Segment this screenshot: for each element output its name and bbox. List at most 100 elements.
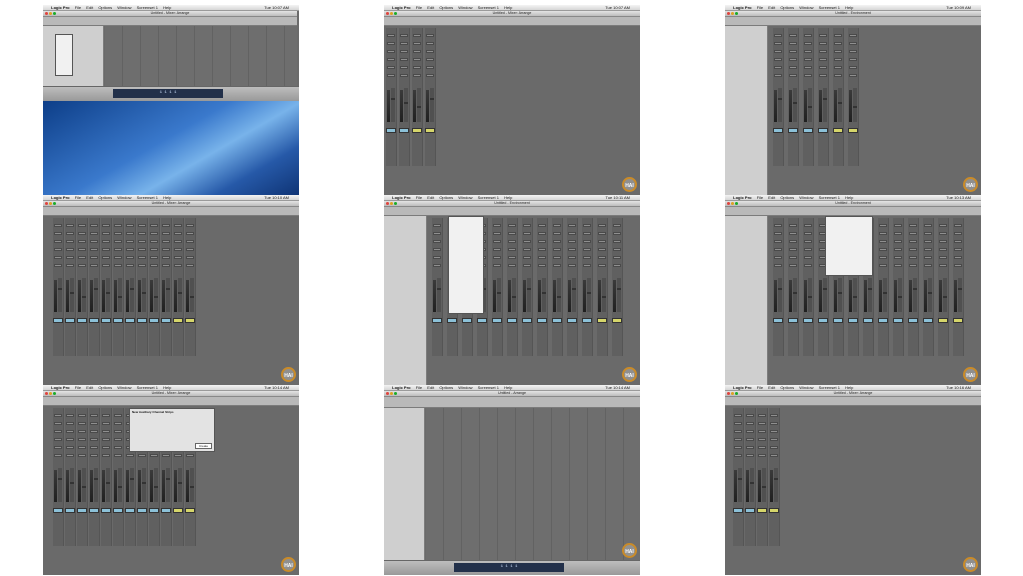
insert-slot[interactable] bbox=[894, 248, 902, 251]
menu-edit[interactable]: Edit bbox=[768, 195, 775, 200]
volume-fader[interactable] bbox=[808, 278, 812, 312]
menu-options[interactable]: Options bbox=[439, 195, 453, 200]
menu-window[interactable]: Window bbox=[799, 5, 813, 10]
insert-slot[interactable] bbox=[433, 232, 441, 235]
insert-slot[interactable] bbox=[90, 264, 98, 267]
menu-window[interactable]: Window bbox=[799, 385, 813, 390]
insert-slot[interactable] bbox=[834, 50, 842, 53]
volume-fader[interactable] bbox=[557, 278, 561, 312]
insert-slot[interactable] bbox=[789, 224, 797, 227]
fader-knob[interactable] bbox=[738, 478, 742, 480]
fader-knob[interactable] bbox=[106, 482, 110, 484]
insert-slot[interactable] bbox=[523, 224, 531, 227]
menu-screenset[interactable]: Screenset 1 bbox=[137, 195, 158, 200]
menu-app[interactable]: Logic Pro bbox=[733, 5, 751, 10]
volume-fader[interactable] bbox=[142, 468, 146, 502]
insert-slot[interactable] bbox=[78, 264, 86, 267]
insert-slot[interactable] bbox=[758, 446, 766, 449]
insert-slot[interactable] bbox=[758, 438, 766, 441]
insert-slot[interactable] bbox=[66, 422, 74, 425]
insert-slot[interactable] bbox=[78, 454, 86, 457]
menu-file[interactable]: File bbox=[757, 195, 763, 200]
insert-slot[interactable] bbox=[954, 256, 962, 259]
insert-slot[interactable] bbox=[849, 66, 857, 69]
insert-slot[interactable] bbox=[774, 248, 782, 251]
volume-fader[interactable] bbox=[130, 468, 134, 502]
fader-knob[interactable] bbox=[118, 296, 122, 298]
menu-screenset[interactable]: Screenset 1 bbox=[478, 385, 499, 390]
fader-knob[interactable] bbox=[868, 288, 872, 290]
channel-strip[interactable] bbox=[149, 218, 160, 356]
insert-slot[interactable] bbox=[413, 74, 421, 77]
volume-fader[interactable] bbox=[853, 278, 857, 312]
insert-slot[interactable] bbox=[804, 66, 812, 69]
insert-slot[interactable] bbox=[508, 232, 516, 235]
fader-knob[interactable] bbox=[70, 292, 74, 294]
menu-help[interactable]: Help bbox=[504, 5, 512, 10]
insert-slot[interactable] bbox=[613, 232, 621, 235]
fader-knob[interactable] bbox=[70, 482, 74, 484]
insert-slot[interactable] bbox=[126, 232, 134, 235]
insert-slot[interactable] bbox=[583, 224, 591, 227]
dropdown-menu[interactable] bbox=[825, 216, 873, 276]
volume-fader[interactable] bbox=[868, 278, 872, 312]
insert-slot[interactable] bbox=[186, 264, 194, 267]
insert-slot[interactable] bbox=[613, 240, 621, 243]
insert-slot[interactable] bbox=[774, 232, 782, 235]
insert-slot[interactable] bbox=[162, 248, 170, 251]
insert-slot[interactable] bbox=[819, 66, 827, 69]
volume-fader[interactable] bbox=[166, 468, 170, 502]
insert-slot[interactable] bbox=[138, 240, 146, 243]
insert-slot[interactable] bbox=[114, 256, 122, 259]
insert-slot[interactable] bbox=[78, 224, 86, 227]
insert-slot[interactable] bbox=[758, 454, 766, 457]
insert-slot[interactable] bbox=[523, 232, 531, 235]
insert-slot[interactable] bbox=[126, 264, 134, 267]
menu-file[interactable]: File bbox=[416, 195, 422, 200]
channel-strip[interactable] bbox=[582, 218, 593, 356]
fader-knob[interactable] bbox=[82, 296, 86, 298]
fader-knob[interactable] bbox=[391, 98, 395, 100]
insert-slot[interactable] bbox=[789, 240, 797, 243]
volume-fader[interactable] bbox=[762, 468, 766, 502]
insert-slot[interactable] bbox=[789, 66, 797, 69]
insert-slot[interactable] bbox=[819, 58, 827, 61]
fader-knob[interactable] bbox=[808, 296, 812, 298]
insert-slot[interactable] bbox=[734, 422, 742, 425]
channel-strip[interactable] bbox=[53, 218, 64, 356]
insert-slot[interactable] bbox=[909, 232, 917, 235]
fader-knob[interactable] bbox=[130, 478, 134, 480]
insert-slot[interactable] bbox=[789, 34, 797, 37]
insert-slot[interactable] bbox=[508, 264, 516, 267]
menu-window[interactable]: Window bbox=[458, 5, 472, 10]
insert-slot[interactable] bbox=[804, 248, 812, 251]
insert-slot[interactable] bbox=[150, 232, 158, 235]
insert-slot[interactable] bbox=[734, 446, 742, 449]
menu-window[interactable]: Window bbox=[799, 195, 813, 200]
insert-slot[interactable] bbox=[114, 224, 122, 227]
menu-app[interactable]: Logic Pro bbox=[392, 5, 410, 10]
insert-slot[interactable] bbox=[804, 58, 812, 61]
insert-slot[interactable] bbox=[150, 256, 158, 259]
channel-strip[interactable] bbox=[185, 218, 196, 356]
menu-help[interactable]: Help bbox=[163, 5, 171, 10]
insert-slot[interactable] bbox=[54, 430, 62, 433]
menu-options[interactable]: Options bbox=[98, 5, 112, 10]
channel-strip[interactable] bbox=[878, 218, 889, 356]
insert-slot[interactable] bbox=[174, 264, 182, 267]
insert-slot[interactable] bbox=[879, 248, 887, 251]
insert-slot[interactable] bbox=[613, 256, 621, 259]
fader-knob[interactable] bbox=[572, 288, 576, 290]
volume-fader[interactable] bbox=[542, 278, 546, 312]
insert-slot[interactable] bbox=[138, 248, 146, 251]
volume-fader[interactable] bbox=[437, 278, 441, 312]
channel-strip[interactable] bbox=[908, 218, 919, 356]
insert-slot[interactable] bbox=[186, 256, 194, 259]
insert-slot[interactable] bbox=[568, 224, 576, 227]
insert-slot[interactable] bbox=[770, 446, 778, 449]
insert-slot[interactable] bbox=[426, 42, 434, 45]
menu-edit[interactable]: Edit bbox=[86, 385, 93, 390]
fader-knob[interactable] bbox=[58, 478, 62, 480]
fader-knob[interactable] bbox=[793, 292, 797, 294]
channel-strip[interactable] bbox=[77, 218, 88, 356]
